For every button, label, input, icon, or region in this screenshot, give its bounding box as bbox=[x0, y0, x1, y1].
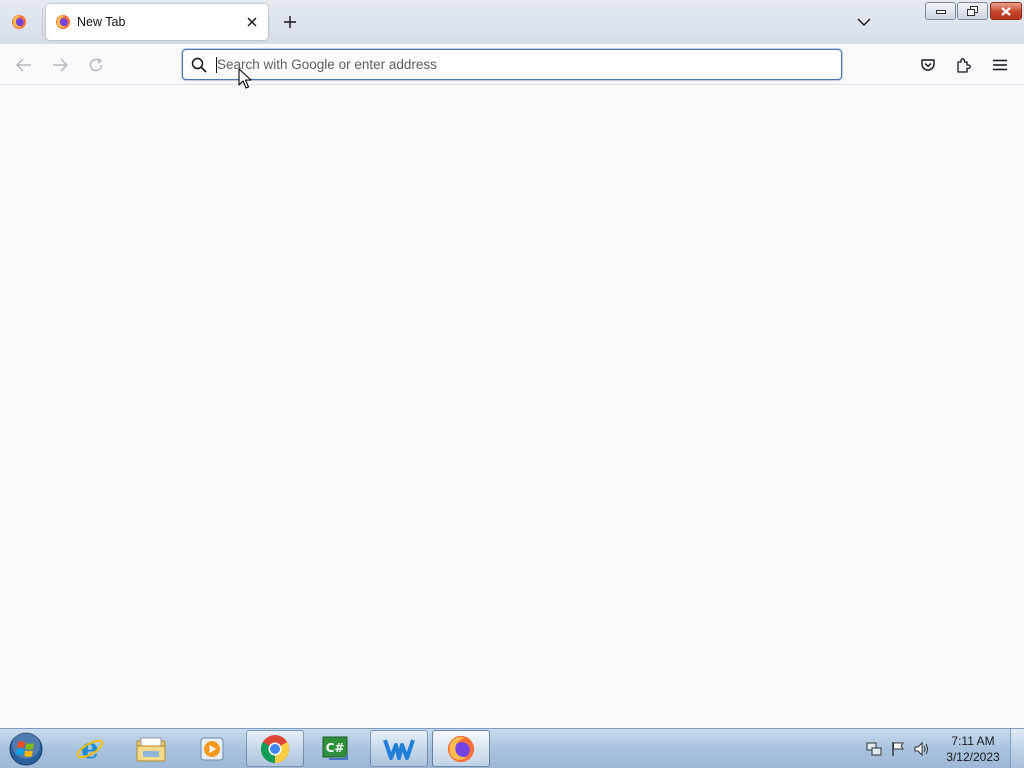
list-all-tabs-button[interactable] bbox=[852, 10, 876, 34]
taskbar-internet-explorer[interactable]: e bbox=[61, 730, 119, 767]
hamburger-menu-icon bbox=[993, 59, 1007, 71]
svg-text:e: e bbox=[81, 734, 99, 764]
tray-action-center-icon[interactable] bbox=[890, 741, 906, 757]
save-to-pocket-button[interactable] bbox=[915, 52, 941, 78]
taskbar-wps-writer[interactable] bbox=[370, 730, 428, 767]
flag-icon bbox=[892, 742, 904, 756]
minimize-icon bbox=[935, 10, 946, 14]
tab-strip: New Tab bbox=[0, 0, 1024, 44]
minimize-button[interactable] bbox=[925, 2, 956, 20]
mouse-pointer-icon bbox=[238, 68, 252, 89]
media-player-icon bbox=[200, 737, 224, 760]
address-input[interactable] bbox=[217, 50, 841, 79]
back-arrow-icon bbox=[16, 58, 31, 72]
taskbar-firefox[interactable] bbox=[432, 730, 490, 767]
firefox-icon bbox=[56, 15, 70, 29]
clock-time: 7:11 AM bbox=[951, 734, 995, 748]
firefox-icon bbox=[12, 15, 26, 29]
taskbar-media-player[interactable] bbox=[183, 730, 241, 767]
search-icon bbox=[191, 57, 207, 73]
svg-text:C#: C# bbox=[326, 741, 345, 755]
firefox-view-button[interactable] bbox=[6, 10, 32, 34]
csharp-icon: C# bbox=[322, 736, 348, 760]
taskbar-windows-explorer[interactable] bbox=[122, 730, 180, 767]
close-icon bbox=[247, 17, 257, 27]
clock-date: 3/12/2023 bbox=[946, 750, 1000, 764]
windows-taskbar: e C# 7:11 AM 3/12/2023 bbox=[0, 728, 1024, 768]
speaker-icon bbox=[914, 741, 928, 757]
tab-title: New Tab bbox=[77, 15, 126, 29]
extensions-button[interactable] bbox=[951, 52, 977, 78]
show-desktop-button[interactable] bbox=[1010, 729, 1024, 768]
tray-volume-icon[interactable] bbox=[914, 741, 930, 757]
forward-arrow-icon bbox=[53, 58, 68, 72]
chrome-icon bbox=[261, 734, 289, 763]
folder-icon bbox=[136, 737, 166, 761]
close-icon bbox=[1001, 6, 1011, 16]
taskbar-google-chrome[interactable] bbox=[246, 730, 304, 767]
network-icon bbox=[866, 742, 882, 756]
taskbar-clock[interactable]: 7:11 AM 3/12/2023 bbox=[940, 733, 1006, 765]
plus-icon bbox=[284, 16, 296, 28]
tray-network-icon[interactable] bbox=[866, 741, 882, 757]
windows-start-orb-icon bbox=[9, 731, 43, 766]
internet-explorer-icon: e bbox=[76, 734, 104, 764]
start-button[interactable] bbox=[6, 730, 46, 768]
wps-writer-icon bbox=[383, 738, 415, 760]
back-button[interactable] bbox=[11, 52, 37, 78]
tab-separator bbox=[42, 8, 43, 36]
page-content bbox=[0, 85, 1024, 728]
application-menu-button[interactable] bbox=[987, 52, 1013, 78]
new-tab-button[interactable] bbox=[278, 10, 302, 34]
taskbar-csharp-editor[interactable]: C# bbox=[307, 730, 365, 767]
navigation-toolbar bbox=[0, 44, 1024, 85]
restore-icon bbox=[966, 6, 978, 16]
close-window-button[interactable] bbox=[990, 2, 1022, 20]
puzzle-piece-icon bbox=[957, 58, 971, 73]
tab-new-tab[interactable]: New Tab bbox=[46, 4, 268, 40]
reload-icon bbox=[89, 57, 103, 72]
tab-close-button[interactable] bbox=[242, 12, 262, 32]
address-bar[interactable] bbox=[182, 49, 842, 80]
pocket-icon bbox=[921, 59, 935, 71]
firefox-icon bbox=[447, 735, 475, 762]
reload-button[interactable] bbox=[83, 52, 109, 78]
forward-button[interactable] bbox=[47, 52, 73, 78]
chevron-down-icon bbox=[857, 18, 871, 26]
restore-button[interactable] bbox=[957, 2, 988, 20]
